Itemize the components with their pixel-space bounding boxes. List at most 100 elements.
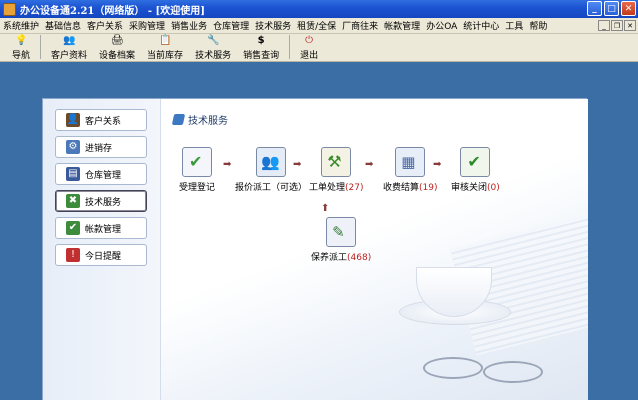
toolbar-label: 客户资料 [51,51,88,61]
toolbar-label: 退出 [300,51,319,61]
flow-arrow: ➡ [293,159,302,170]
flow-label-text: 审核关闭 [451,183,488,193]
maintenance-icon: ✎ [326,217,357,247]
flow-audit-close[interactable]: ✔ 审核关闭(0) [451,147,500,193]
sidebar-item-label: 今日提醒 [85,251,122,262]
flow-label: 收费结算(19) [383,180,438,193]
customer-icon: 👤 [66,113,80,127]
book-icon [171,114,186,125]
mdi-controls: _ ❐ ✕ [598,20,636,31]
audit-close-icon: ✔ [460,147,491,177]
toolbar-separator [289,35,291,59]
toolbar-stock-button[interactable]: 📋 当前库存 [141,34,189,61]
app-icon [3,2,16,16]
sidebar-item-label: 进销存 [85,143,113,154]
menu-item-accounts[interactable]: 帐款管理 [381,19,423,32]
service-icon: ✖ [66,194,80,208]
mdi-minimize-button[interactable]: _ [598,20,610,31]
workorder-icon: ⚒ [321,147,352,177]
sidebar: 👤 客户关系 ⚙ 进销存 ▤ 仓库管理 ✖ 技术服务 ✔ 帐款管理 ! 今日提醒 [43,99,161,400]
flow-label: 审核关闭(0) [451,180,500,193]
toolbar-label: 设备档案 [99,51,136,61]
toolbar-customers-button[interactable]: 👥 客户资料 [45,34,93,61]
glasses-illustration [423,357,483,379]
menu-item-vendor[interactable]: 厂商往来 [339,19,381,32]
users-icon: 👥 [63,35,76,46]
mdi-close-button[interactable]: ✕ [624,20,636,31]
sidebar-item-tech-service[interactable]: ✖ 技术服务 [55,190,147,212]
menu-item-oa[interactable]: 办公OA [423,19,460,32]
flow-label-text: 保养派工 [311,253,348,263]
exit-icon: ⏻ [305,35,314,46]
flow-quote-dispatch[interactable]: 👥 报价派工（可选） [235,147,307,193]
warehouse-icon: ▤ [66,167,80,181]
toolbar-devices-button[interactable]: 🖨 设备档案 [93,34,141,61]
billing-icon: ▦ [395,147,426,177]
audit-count: (0) [487,183,500,193]
title-bar[interactable]: 办公设备通2.21（网络版） - [欢迎使用] _ □ ✕ [0,0,638,18]
flow-maintenance[interactable]: ✎ 保养派工(468) [311,217,371,263]
flow-label: 保养派工(468) [311,250,371,263]
mdi-restore-button[interactable]: ❐ [611,20,623,31]
sidebar-item-label: 帐款管理 [85,224,122,235]
reminder-icon: ! [66,248,80,262]
flow-arrow: ➡ [223,159,232,170]
bulb-icon: 💡 [15,35,28,46]
welcome-panel: 👤 客户关系 ⚙ 进销存 ▤ 仓库管理 ✖ 技术服务 ✔ 帐款管理 ! 今日提醒 [42,98,588,400]
toolbar-tech-service-button[interactable]: 🔧 技术服务 [189,34,237,61]
maximize-button[interactable]: □ [604,1,619,16]
content-area: 技术服务 ✔ 受理登记 ➡ 👥 报价派工（可选） ➡ ⚒ 工单处理(27) ➡ … [161,99,588,400]
flow-label-text: 工单处理 [309,183,346,193]
toolbar-label: 销售查询 [243,51,280,61]
toolbar-label: 技术服务 [195,51,232,61]
flow-billing[interactable]: ▦ 收费结算(19) [383,147,438,193]
menu-item-tech-service[interactable]: 技术服务 [252,19,294,32]
sidebar-item-warehouse[interactable]: ▤ 仓库管理 [55,163,147,185]
window-controls: _ □ ✕ [587,1,636,16]
register-icon: ✔ [182,147,212,177]
window-title: 办公设备通2.21（网络版） - [欢迎使用] [20,5,205,17]
sidebar-item-inventory[interactable]: ⚙ 进销存 [55,136,147,158]
glasses-illustration [483,361,543,383]
menu-item-tools[interactable]: 工具 [502,19,526,32]
toolbar-nav-button[interactable]: 💡 导航 [6,34,36,61]
menu-item-stats[interactable]: 统计中心 [460,19,502,32]
device-icon: 🖨 [111,35,124,46]
client-area: 👤 客户关系 ⚙ 进销存 ▤ 仓库管理 ✖ 技术服务 ✔ 帐款管理 ! 今日提醒 [0,62,638,400]
menu-item-sales[interactable]: 销售业务 [168,19,210,32]
sidebar-item-accounts[interactable]: ✔ 帐款管理 [55,217,147,239]
flow-register[interactable]: ✔ 受理登记 [179,147,215,193]
flow-arrow: ➡ [433,159,442,170]
menu-item-system[interactable]: 系统维护 [0,19,42,32]
sidebar-item-label: 仓库管理 [85,170,122,181]
section-title-text: 技术服务 [188,116,228,127]
menu-item-purchase[interactable]: 采购管理 [126,19,168,32]
close-button[interactable]: ✕ [621,1,636,16]
tools-icon: 🔧 [207,35,220,46]
flow-label: 报价派工（可选） [235,183,308,193]
billing-count: (19) [419,183,438,193]
inventory-icon: ⚙ [66,140,80,154]
toolbar-exit-button[interactable]: ⏻ 退出 [294,34,324,61]
toolbar-separator [40,35,42,59]
menu-item-help[interactable]: 帮助 [526,19,550,32]
toolbar-sales-query-button[interactable]: $ 销售查询 [237,34,285,61]
stock-icon: 📋 [159,35,172,46]
account-icon: ✔ [66,221,80,235]
menu-item-customer[interactable]: 客户关系 [84,19,126,32]
quote-dispatch-icon: 👥 [256,147,286,177]
menu-item-warehouse[interactable]: 仓库管理 [210,19,252,32]
sidebar-item-reminder[interactable]: ! 今日提醒 [55,244,147,266]
minimize-button[interactable]: _ [587,1,602,16]
toolbar-label: 导航 [12,51,31,61]
menu-item-lease[interactable]: 租赁/全保 [294,19,339,32]
sidebar-item-label: 技术服务 [85,197,122,208]
flow-workorder[interactable]: ⚒ 工单处理(27) [309,147,364,193]
sidebar-item-customer[interactable]: 👤 客户关系 [55,109,147,131]
sidebar-item-label: 客户关系 [85,116,122,127]
menu-item-basic-info[interactable]: 基础信息 [42,19,84,32]
toolbar-label: 当前库存 [147,51,184,61]
flow-label-text: 收费结算 [383,183,420,193]
workorder-count: (27) [345,183,364,193]
maintenance-count: (468) [347,253,372,263]
